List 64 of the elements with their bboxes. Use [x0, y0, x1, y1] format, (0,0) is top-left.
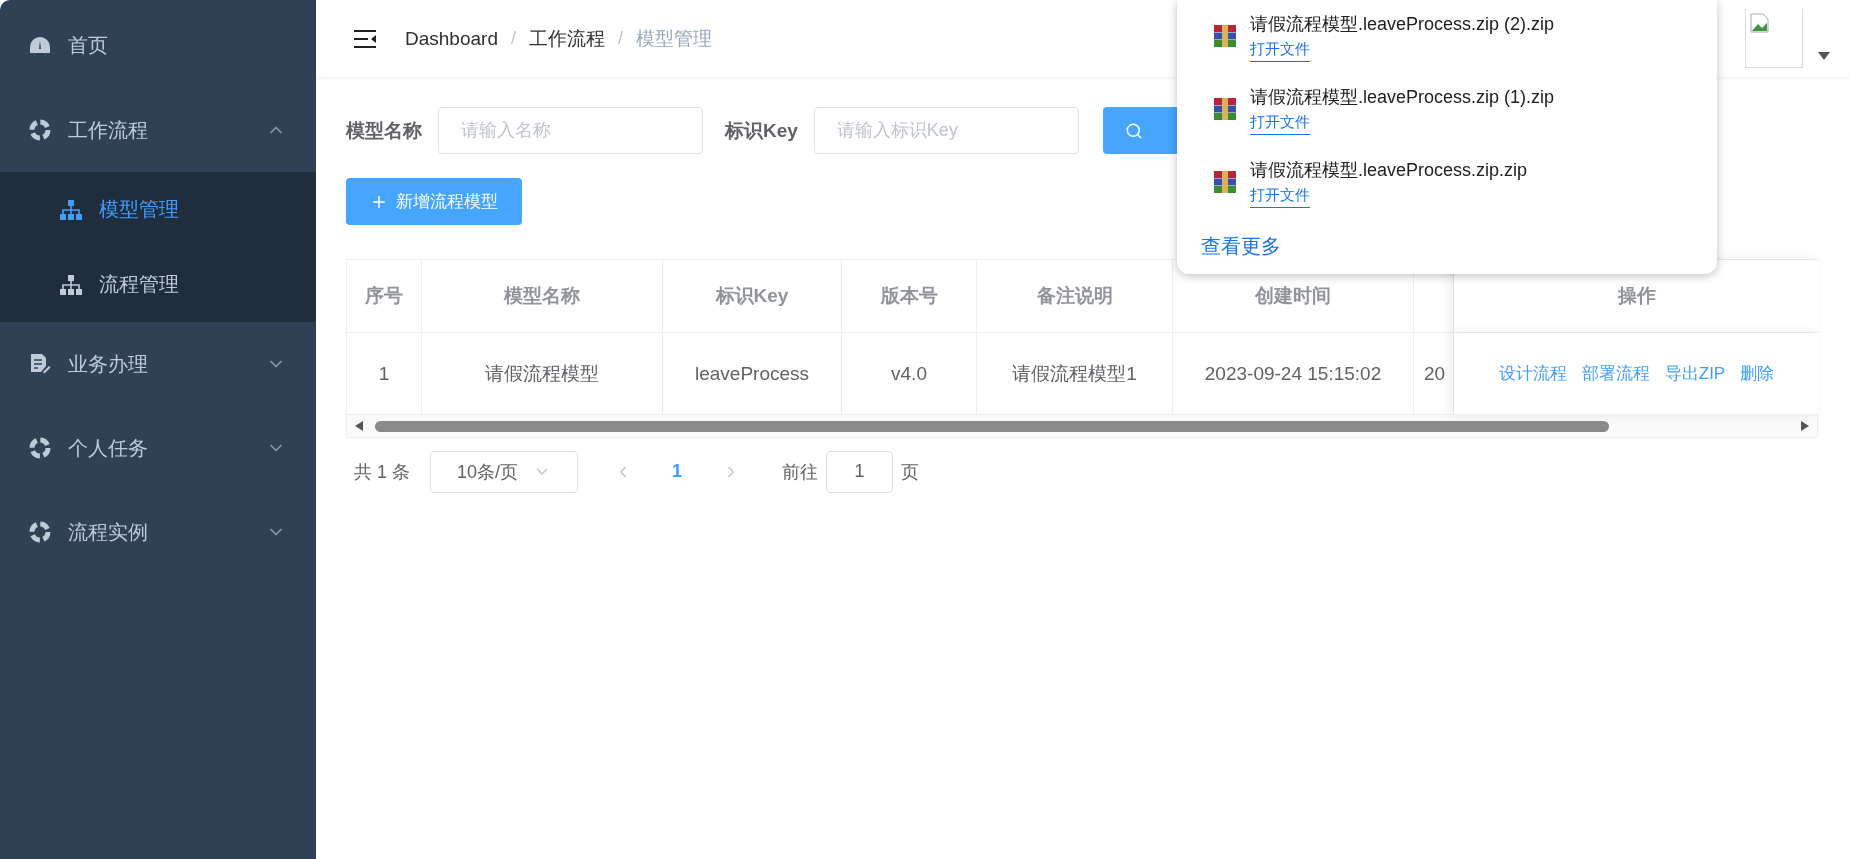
action-link[interactable]: 导出ZIP — [1664, 362, 1726, 385]
horizontal-scrollbar[interactable] — [347, 415, 1817, 437]
menu-label: 个人任务 — [68, 435, 149, 461]
file-name: 请假流程模型.leaveProcess.zip (1).zip — [1250, 86, 1555, 109]
column-header: 备注说明 — [977, 260, 1173, 333]
goto-label: 前往 — [782, 460, 819, 484]
caret-icon[interactable] — [1818, 52, 1830, 60]
menu-label: 模型管理 — [99, 197, 180, 222]
avatar[interactable] — [1745, 9, 1803, 68]
action-link[interactable]: 部署流程 — [1581, 362, 1650, 385]
column-header: 模型名称 — [422, 260, 663, 333]
column-header: 版本号 — [842, 260, 977, 333]
chevron-down-icon — [536, 468, 549, 475]
open-file-link[interactable]: 打开文件 — [1250, 186, 1310, 208]
open-file-link[interactable]: 打开文件 — [1250, 40, 1310, 62]
menu-label: 流程管理 — [99, 272, 180, 297]
goto-field[interactable]: 1 — [826, 450, 894, 493]
show-more-link[interactable]: 查看更多 — [1201, 233, 1281, 260]
search-field[interactable]: 请输入名称 — [438, 107, 703, 154]
menu-item[interactable]: 首页 — [0, 2, 316, 88]
menu-item[interactable]: 工作流程 — [0, 88, 316, 172]
page-size-select[interactable]: 10条/页 — [430, 450, 578, 493]
lifebuoy-icon — [29, 437, 51, 459]
breadcrumb-separator: / — [510, 28, 516, 49]
menu-item[interactable]: 业务办理 — [0, 322, 316, 406]
search-field[interactable]: 请输入标识Key — [813, 107, 1079, 154]
file-name: 请假流程模型.leaveProcess.zip.zip — [1250, 159, 1528, 182]
breadcrumb-item[interactable]: 工作流程 — [528, 25, 605, 52]
archive-icon — [1213, 97, 1237, 121]
page-number[interactable]: 1 — [672, 461, 683, 482]
left-arrow-icon[interactable] — [355, 421, 363, 431]
right-arrow-icon[interactable] — [1801, 421, 1809, 431]
menu-label: 首页 — [68, 32, 109, 58]
goto-suffix: 页 — [901, 460, 920, 484]
breadcrumb-separator: / — [617, 28, 623, 49]
sitemap-icon — [60, 199, 82, 220]
archive-icon — [1213, 170, 1237, 194]
gauge-icon — [29, 36, 51, 54]
field-label: 模型名称 — [346, 118, 422, 143]
menu-label: 流程实例 — [68, 519, 149, 545]
column-header: 序号 — [347, 260, 422, 333]
column-header: 标识Key — [663, 260, 842, 333]
action-link[interactable]: 删除 — [1740, 362, 1775, 385]
total-count: 共 1 条 — [354, 460, 410, 484]
document-edit-icon — [29, 353, 51, 375]
archive-icon — [1213, 24, 1237, 48]
menu-item[interactable]: 个人任务 — [0, 406, 316, 490]
broken-image-icon — [1750, 13, 1770, 33]
add-button[interactable]: 新增流程模型 — [346, 178, 522, 225]
sitemap-icon — [60, 274, 82, 295]
open-file-link[interactable]: 打开文件 — [1250, 113, 1310, 135]
menu-label: 工作流程 — [68, 117, 149, 143]
search-icon — [1124, 121, 1143, 140]
lifebuoy-icon — [29, 521, 51, 543]
menu-icon[interactable] — [354, 29, 376, 48]
scrollbar-thumb[interactable] — [375, 420, 1609, 432]
lifebuoy-icon — [29, 119, 51, 141]
breadcrumb-item[interactable]: Dashboard — [405, 27, 498, 50]
file-name: 请假流程模型.leaveProcess.zip (2).zip — [1250, 13, 1555, 36]
menu-label: 业务办理 — [68, 351, 149, 377]
breadcrumb-item: 模型管理 — [636, 26, 712, 51]
action-link[interactable]: 设计流程 — [1498, 362, 1567, 385]
field-label: 标识Key — [725, 118, 798, 143]
menu-item[interactable]: 流程实例 — [0, 490, 316, 574]
